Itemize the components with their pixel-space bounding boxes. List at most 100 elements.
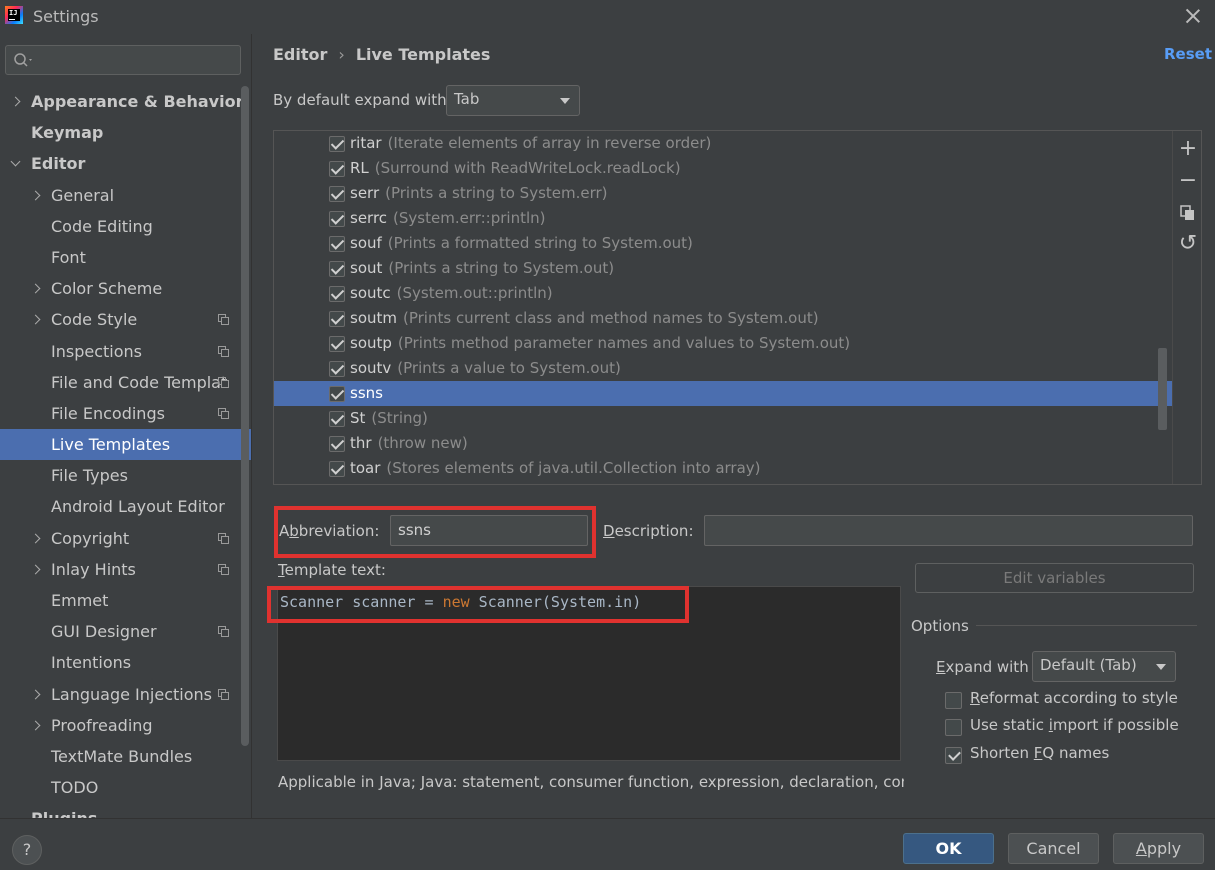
template-enabled-checkbox[interactable]	[329, 336, 345, 352]
sidebar-item-label: Color Scheme	[51, 279, 163, 299]
option-label[interactable]: Shorten FQ names	[970, 744, 1109, 762]
sidebar-item-label: Proofreading	[51, 715, 153, 735]
template-enabled-checkbox[interactable]	[329, 211, 345, 227]
sidebar-item-color-scheme[interactable]: Color Scheme	[0, 273, 238, 304]
template-enabled-checkbox[interactable]	[329, 236, 345, 252]
chevron-right-icon[interactable]	[30, 190, 41, 201]
sidebar-item-emmet[interactable]: Emmet	[0, 585, 238, 616]
help-button[interactable]: ?	[12, 835, 42, 865]
applicable-contexts-text[interactable]: Applicable in Java; Java: statement, con…	[278, 773, 904, 791]
sidebar-item-editor[interactable]: Editor	[0, 148, 238, 179]
sidebar-item-inspections[interactable]: Inspections	[0, 336, 238, 367]
template-row-toar[interactable]: toar (Stores elements of java.util.Collec…	[274, 456, 1172, 481]
template-row-ritar[interactable]: ritar (Iterate elements of array in rever…	[274, 131, 1172, 156]
ok-button[interactable]: OK	[903, 833, 994, 864]
sidebar-item-file-and-code-templat[interactable]: File and Code Templat	[0, 367, 238, 398]
template-enabled-checkbox[interactable]	[329, 361, 345, 377]
sidebar-item-code-editing[interactable]: Code Editing	[0, 211, 238, 242]
template-abbreviation: serrc (System.err::println)	[350, 206, 546, 231]
sidebar-item-live-templates[interactable]: Live Templates	[0, 429, 251, 461]
add-icon[interactable]: +	[1178, 138, 1198, 160]
template-description: (Prints method parameter names and value…	[397, 334, 851, 352]
chevron-right-icon[interactable]	[10, 96, 21, 107]
template-row-souf[interactable]: souf (Prints a formatted string to System…	[274, 231, 1172, 256]
option-label[interactable]: Use static import if possible	[970, 716, 1179, 734]
project-level-icon	[218, 626, 229, 638]
template-enabled-checkbox[interactable]	[329, 436, 345, 452]
edit-variables-button[interactable]: Edit variables	[915, 563, 1194, 593]
restore-defaults-icon[interactable]: ↺	[1178, 233, 1198, 255]
template-row-soutc[interactable]: soutc (System.out::println)	[274, 281, 1172, 306]
option-checkbox-shorten-fq-names[interactable]	[945, 747, 962, 764]
template-row-serr[interactable]: serr (Prints a string to System.err)	[274, 181, 1172, 206]
sidebar-item-proofreading[interactable]: Proofreading	[0, 710, 238, 741]
chevron-down-icon[interactable]	[10, 156, 21, 167]
sidebar-item-file-types[interactable]: File Types	[0, 460, 238, 491]
template-row-ssns[interactable]: ssns	[274, 381, 1172, 406]
copy-icon[interactable]	[1178, 204, 1198, 224]
option-label[interactable]: Reformat according to style	[970, 689, 1178, 707]
sidebar-item-textmate-bundles[interactable]: TextMate Bundles	[0, 741, 238, 772]
description-field[interactable]	[704, 515, 1193, 546]
template-row-rl[interactable]: RL (Surround with ReadWriteLock.readLock)	[274, 156, 1172, 181]
sidebar-item-todo[interactable]: TODO	[0, 772, 238, 803]
close-icon[interactable]	[1183, 6, 1203, 26]
chevron-right-icon[interactable]	[30, 283, 41, 294]
template-abbreviation: ritar (Iterate elements of array in rever…	[350, 131, 711, 156]
template-row-soutv[interactable]: soutv (Prints a value to System.out)	[274, 356, 1172, 381]
chevron-right-icon[interactable]	[30, 533, 41, 544]
template-enabled-checkbox[interactable]	[329, 411, 345, 427]
sidebar-item-general[interactable]: General	[0, 180, 238, 211]
template-description: (Surround with ReadWriteLock.readLock)	[374, 159, 681, 177]
intellij-app-icon: IJ	[5, 6, 23, 24]
template-enabled-checkbox[interactable]	[329, 161, 345, 177]
sidebar-item-android-layout-editor[interactable]: Android Layout Editor	[0, 491, 238, 522]
template-row-soutp[interactable]: soutp (Prints method parameter names and …	[274, 331, 1172, 356]
template-enabled-checkbox[interactable]	[329, 261, 345, 277]
chevron-right-icon[interactable]	[30, 720, 41, 731]
sidebar-item-appearance-behavior[interactable]: Appearance & Behavior	[0, 86, 243, 117]
template-row-soutm[interactable]: soutm (Prints current class and method na…	[274, 306, 1172, 331]
template-row-sout[interactable]: sout (Prints a string to System.out)	[274, 256, 1172, 281]
default-expand-label: By default expand with	[273, 91, 447, 109]
settings-search-input[interactable]	[5, 45, 241, 75]
template-enabled-checkbox[interactable]	[329, 286, 345, 302]
reset-link[interactable]: Reset	[1164, 45, 1212, 63]
project-level-icon	[218, 532, 229, 544]
sidebar-item-language-injections[interactable]: Language Injections	[0, 679, 238, 710]
templates-list-scrollbar[interactable]	[1158, 348, 1167, 430]
apply-button[interactable]: Apply	[1113, 833, 1204, 864]
template-abbreviation-text: sout	[350, 259, 383, 277]
sidebar-item-inlay-hints[interactable]: Inlay Hints	[0, 554, 238, 585]
sidebar-item-copyright[interactable]: Copyright	[0, 523, 238, 554]
chevron-right-icon[interactable]	[30, 564, 41, 575]
sidebar-item-file-encodings[interactable]: File Encodings	[0, 398, 238, 429]
cancel-button[interactable]: Cancel	[1008, 833, 1099, 864]
option-checkbox-use-static-import-if-possible[interactable]	[945, 719, 962, 736]
template-enabled-checkbox[interactable]	[329, 136, 345, 152]
sidebar-item-keymap[interactable]: Keymap	[0, 117, 238, 148]
chevron-right-icon[interactable]	[30, 314, 41, 325]
default-expand-select[interactable]: Tab	[446, 85, 580, 116]
template-enabled-checkbox[interactable]	[329, 461, 345, 477]
template-row-st[interactable]: St (String)	[274, 406, 1172, 431]
sidebar-item-intentions[interactable]: Intentions	[0, 647, 238, 678]
sidebar-item-code-style[interactable]: Code Style	[0, 304, 238, 335]
template-enabled-checkbox[interactable]	[329, 311, 345, 327]
template-enabled-checkbox[interactable]	[329, 186, 345, 202]
remove-icon[interactable]: −	[1178, 170, 1198, 192]
project-level-icon	[218, 407, 229, 419]
template-abbreviation-text: soutc	[350, 284, 391, 302]
option-checkbox-reformat-according-to-style[interactable]	[945, 692, 962, 709]
sidebar-item-plugins-partial[interactable]: Plugins	[31, 808, 97, 818]
template-enabled-checkbox[interactable]	[329, 386, 345, 402]
expand-with-select[interactable]: Default (Tab)	[1032, 651, 1176, 682]
chevron-right-icon[interactable]	[30, 689, 41, 700]
breadcrumb-parent: Editor	[273, 45, 328, 64]
template-row-serrc[interactable]: serrc (System.err::println)	[274, 206, 1172, 231]
sidebar-scrollbar[interactable]	[241, 86, 249, 746]
sidebar-item-font[interactable]: Font	[0, 242, 238, 273]
template-row-thr[interactable]: thr (throw new)	[274, 431, 1172, 456]
sidebar-item-gui-designer[interactable]: GUI Designer	[0, 616, 238, 647]
live-templates-panel: Editor › Live Templates Reset By default e…	[252, 34, 1215, 818]
